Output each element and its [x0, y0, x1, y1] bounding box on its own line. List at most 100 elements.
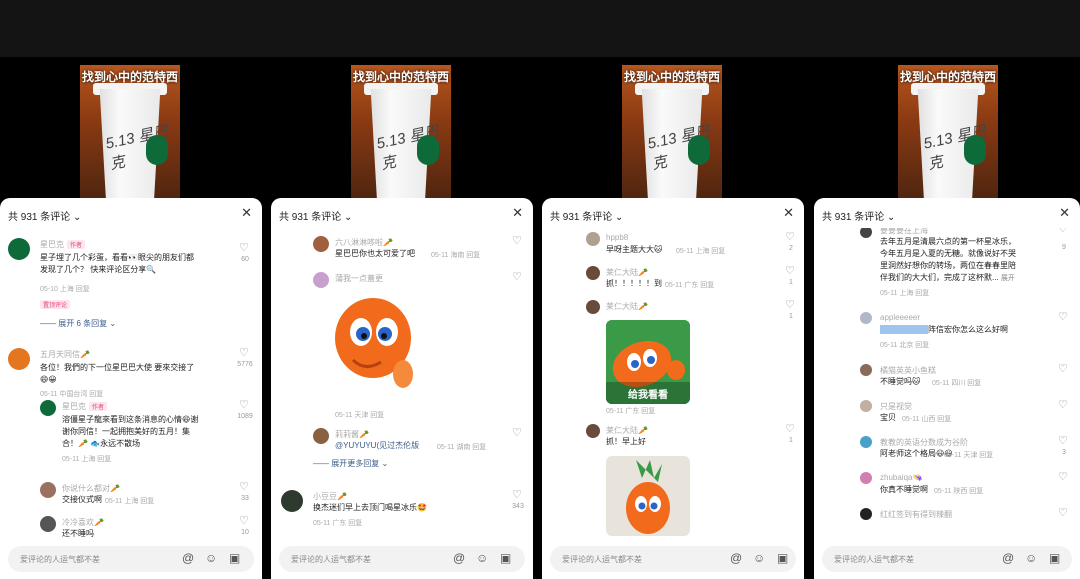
comment-meta[interactable]: 05-11 海南 回复 — [431, 250, 480, 260]
comment-meta[interactable]: 05-11 上海 回复 — [676, 246, 725, 256]
comment-count-header[interactable]: 共 931 条评论 ⌄ — [550, 208, 623, 223]
comment-list[interactable]: 六八淋淋哆啦🥕 星巴巴你也太可爱了吧 05-11 海南 回复 ♡ 蒲我一点蓋更 … — [271, 228, 533, 538]
heart-icon[interactable]: ♡ — [239, 398, 249, 411]
comment-input-bar[interactable]: 爱评论的人运气都不差 @ ☺ ▣ — [550, 546, 796, 572]
comment-meta[interactable]: 05-11 广东 回复 — [665, 280, 714, 290]
comment-meta[interactable]: 05-10 上海 回复 — [40, 284, 90, 294]
avatar[interactable] — [40, 516, 56, 532]
avatar[interactable] — [586, 266, 600, 280]
heart-icon[interactable]: ♡ — [512, 234, 522, 247]
at-icon[interactable]: @ — [1002, 551, 1014, 565]
heart-icon[interactable]: ♡ — [1058, 362, 1068, 375]
comment-meta[interactable]: 05-11 天津 回复 — [944, 450, 993, 460]
heart-icon[interactable]: ♡ — [785, 422, 795, 435]
carrot-toy-sticker[interactable] — [606, 456, 690, 536]
comment-meta[interactable]: 05-11 上海 回复 — [105, 496, 154, 506]
video-thumbnail[interactable]: 找到心中的范特西 5.13 星巴克 — [351, 65, 451, 205]
avatar[interactable] — [586, 232, 600, 246]
comment-meta[interactable]: 05-11 四川 回复 — [932, 378, 981, 388]
comment-meta[interactable]: 05-11 上海 回复 — [62, 454, 111, 464]
heart-icon[interactable]: ♡ — [239, 241, 249, 254]
at-icon[interactable]: @ — [730, 551, 742, 565]
comment-text[interactable]: @YUYUYU(见过杰伦版 — [335, 440, 419, 452]
avatar[interactable] — [313, 428, 329, 444]
heart-icon[interactable]: ♡ — [785, 298, 795, 311]
avatar[interactable] — [860, 312, 872, 324]
avatar[interactable] — [281, 490, 303, 512]
emoji-icon[interactable]: ☺ — [205, 551, 217, 565]
expand-replies-button[interactable]: —— 展开更多回复 ⌄ — [313, 458, 388, 469]
avatar[interactable] — [313, 272, 329, 288]
comment-list[interactable]: 星巴克 作者 星子埋了几个彩蛋，看看👀眼尖的朋友们都 发现了几个？ 快来评论区分享… — [0, 228, 262, 538]
heart-icon[interactable]: ♡ — [1058, 434, 1068, 447]
video-thumbnail[interactable]: 找到心中的范特西 5.13 星巴克 — [898, 65, 998, 205]
comment-count-header[interactable]: 共 931 条评论 ⌄ — [8, 208, 81, 223]
comment-input-placeholder[interactable]: 爱评论的人运气都不差 — [291, 554, 371, 565]
emoji-icon[interactable]: ☺ — [753, 551, 765, 565]
avatar[interactable] — [40, 482, 56, 498]
comment-input-bar[interactable]: 爱评论的人运气都不差 @ ☺ ▣ — [822, 546, 1072, 572]
comment-list[interactable]: hppb8 早呀主题大大🐱 05-11 上海 回复 ♡ 2 莱仁大陆🥕 抓！！！… — [542, 228, 804, 538]
comment-meta[interactable]: 05-11 上海 回复 — [880, 288, 929, 298]
comment-meta[interactable]: 05-11 北京 回复 — [880, 340, 929, 350]
close-icon[interactable]: ✕ — [512, 205, 523, 221]
carrot-sticker[interactable]: 给我看看 — [606, 320, 690, 404]
image-icon[interactable]: ▣ — [229, 551, 240, 565]
heart-icon[interactable]: ♡ — [239, 346, 249, 359]
heart-icon[interactable]: ♡ — [1058, 470, 1068, 483]
comment-input-placeholder[interactable]: 爱评论的人运气都不差 — [20, 554, 100, 565]
heart-icon[interactable]: ♡ — [239, 514, 249, 527]
avatar[interactable] — [313, 236, 329, 252]
avatar[interactable] — [860, 400, 872, 412]
comment-meta[interactable]: 05-11 中国台湾 回复 — [40, 389, 103, 399]
image-icon[interactable]: ▣ — [777, 551, 788, 565]
image-icon[interactable]: ▣ — [500, 551, 511, 565]
avatar[interactable] — [860, 228, 872, 238]
emoji-icon[interactable]: ☺ — [1025, 551, 1037, 565]
comment-input-bar[interactable]: 爱评论的人运气都不差 @ ☺ ▣ — [8, 546, 254, 572]
avatar[interactable] — [8, 348, 30, 370]
comment-meta[interactable]: 05-11 天津 回复 — [335, 410, 384, 420]
avatar[interactable] — [586, 300, 600, 314]
expand-text-button[interactable]: 展开 — [1001, 275, 1015, 282]
heart-icon[interactable]: ♡ — [239, 480, 249, 493]
close-icon[interactable]: ✕ — [1059, 205, 1070, 221]
avatar[interactable] — [860, 364, 872, 376]
heart-icon[interactable]: ♡ — [1058, 228, 1068, 235]
avatar[interactable] — [586, 424, 600, 438]
avatar[interactable] — [8, 238, 30, 260]
heart-icon[interactable]: ♡ — [785, 264, 795, 277]
orange-character-sticker[interactable] — [333, 294, 415, 394]
comment-meta[interactable]: 05-11 陕西 回复 — [934, 486, 983, 496]
close-icon[interactable]: ✕ — [783, 205, 794, 221]
at-icon[interactable]: @ — [453, 551, 465, 565]
comment-input-placeholder[interactable]: 爱评论的人运气都不差 — [562, 554, 642, 565]
avatar[interactable] — [860, 508, 872, 520]
heart-icon[interactable]: ♡ — [1058, 398, 1068, 411]
image-icon[interactable]: ▣ — [1049, 551, 1060, 565]
heart-icon[interactable]: ♡ — [512, 426, 522, 439]
comment-list[interactable]: 9 要要要在上海 去年五月是清晨六点的第一杯星冰乐， 今年五月是入夏的无糖。就像… — [814, 228, 1080, 538]
heart-icon[interactable]: ♡ — [1058, 506, 1068, 519]
comment-input-placeholder[interactable]: 爱评论的人运气都不差 — [834, 554, 914, 565]
comment-meta[interactable]: 05-11 广东 回复 — [606, 406, 655, 416]
comment-count-header[interactable]: 共 931 条评论 ⌄ — [822, 208, 895, 223]
at-icon[interactable]: @ — [182, 551, 194, 565]
emoji-icon[interactable]: ☺ — [476, 551, 488, 565]
comment-count-header[interactable]: 共 931 条评论 ⌄ — [279, 208, 352, 223]
avatar[interactable] — [860, 436, 872, 448]
heart-icon[interactable]: ♡ — [785, 230, 795, 243]
close-icon[interactable]: ✕ — [241, 205, 252, 221]
heart-icon[interactable]: ♡ — [512, 270, 522, 283]
avatar[interactable] — [40, 400, 56, 416]
heart-icon[interactable]: ♡ — [512, 488, 522, 501]
comment-meta[interactable]: 05-11 山西 回复 — [902, 414, 951, 424]
comment-input-bar[interactable]: 爱评论的人运气都不差 @ ☺ ▣ — [279, 546, 525, 572]
video-thumbnail[interactable]: 找到心中的范特西 5.13 星巴克 — [622, 65, 722, 205]
avatar[interactable] — [860, 472, 872, 484]
expand-replies-button[interactable]: —— 展开 6 条回复 ⌄ — [40, 318, 116, 329]
comment-meta[interactable]: 05-11 广东 回复 — [313, 518, 362, 528]
comment-meta[interactable]: 05-11 湖南 回复 — [437, 442, 486, 452]
heart-icon[interactable]: ♡ — [1058, 310, 1068, 323]
video-thumbnail[interactable]: 找到心中的范特西 5.13 星巴克 — [80, 65, 180, 205]
